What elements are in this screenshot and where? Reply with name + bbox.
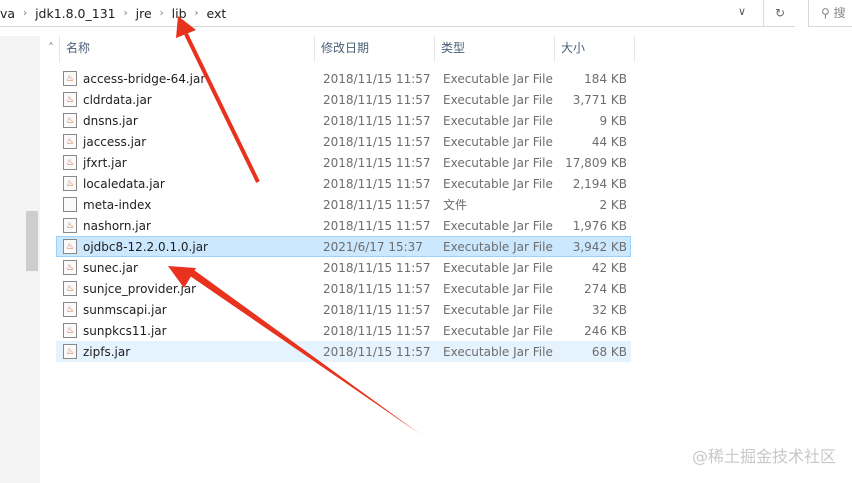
annotation-arrows xyxy=(168,16,420,434)
arrow-to-lib xyxy=(176,16,260,183)
arrow-to-ojdbc xyxy=(168,266,420,434)
watermark: @稀土掘金技术社区 xyxy=(691,447,836,466)
